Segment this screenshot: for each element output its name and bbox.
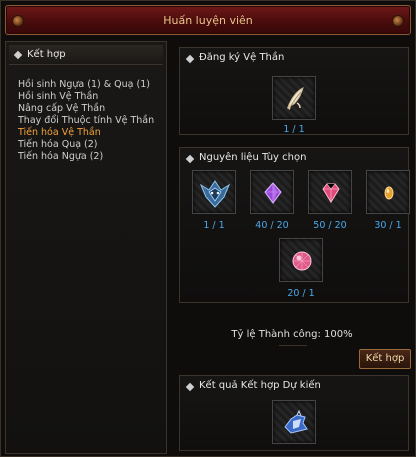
material-slot-1[interactable]	[192, 170, 236, 214]
recipe-item-evolve-crow[interactable]: Tiến hóa Quạ (2)	[18, 139, 154, 151]
material-slot-4[interactable]	[366, 170, 410, 214]
material-count-5: 20 / 1	[287, 288, 315, 299]
recipe-item-upgrade-guardian[interactable]: Nâng cấp Vệ Thần	[18, 103, 154, 115]
material-count-2: 40 / 20	[255, 220, 289, 231]
register-title: Đăng ký Vệ Thần	[199, 52, 285, 63]
result-section: Kết quả Kết hợp Dự kiến	[179, 375, 409, 451]
material-slot-5[interactable]	[279, 238, 323, 282]
diamond-bullet-icon	[13, 50, 23, 60]
register-count: 1 / 1	[283, 124, 305, 135]
material-count-3: 50 / 20	[313, 220, 347, 231]
pink-orb-icon	[292, 251, 312, 271]
recipe-item-evolve-guardian[interactable]: Tiến hóa Vệ Thần	[18, 127, 154, 139]
material-count-1: 1 / 1	[203, 220, 225, 231]
success-rate: Tỷ lệ Thành công: 100%	[231, 329, 353, 340]
recipe-item-evolve-horse[interactable]: Tiến hóa Ngựa (2)	[18, 151, 154, 163]
recipe-panel: Kết hợp Hồi sinh Ngựa (1) & Quạ (1) Hồi …	[5, 41, 167, 454]
result-slot[interactable]	[272, 400, 316, 444]
ornament-divider	[279, 345, 307, 363]
material-slot-3[interactable]	[308, 170, 352, 214]
material-count-4: 30 / 1	[374, 220, 402, 231]
purple-gem-icon	[264, 182, 282, 204]
register-section: Đăng ký Vệ Thần 1 / 1	[179, 47, 409, 135]
combination-area: Đăng ký Vệ Thần 1 / 1 Nguyên liệu Tùy ch…	[173, 41, 411, 454]
register-slot[interactable]	[272, 76, 316, 120]
pink-gem-icon	[322, 183, 340, 203]
recipe-item-revive-horse-crow[interactable]: Hồi sinh Ngựa (1) & Quạ (1)	[18, 79, 154, 91]
corner-gem-icon	[392, 15, 404, 27]
trainer-window: Huấn luyện viên Kết hợp Hồi sinh Ngựa (1…	[0, 0, 416, 457]
title-bar[interactable]: Huấn luyện viên	[5, 5, 411, 35]
diamond-bullet-icon	[185, 54, 195, 64]
amber-gem-icon	[384, 186, 394, 200]
materials-section: Nguyên liệu Tùy chọn 1 / 1 40 / 20 50 / …	[179, 147, 410, 303]
recipe-panel-title: Kết hợp	[27, 49, 66, 60]
diamond-bullet-icon	[185, 154, 195, 164]
result-title: Kết quả Kết hợp Dự kiến	[199, 380, 321, 391]
combine-button[interactable]: Kết hợp	[359, 349, 411, 369]
recipe-list: Hồi sinh Ngựa (1) & Quạ (1) Hồi sinh Vệ …	[18, 79, 154, 163]
diamond-bullet-icon	[185, 382, 195, 392]
window-title: Huấn luyện viên	[163, 14, 253, 27]
blue-dragon-icon	[199, 180, 231, 208]
recipe-item-revive-guardian[interactable]: Hồi sinh Vệ Thần	[18, 91, 154, 103]
recipe-item-change-attribute[interactable]: Thay đổi Thuộc tính Vệ Thần	[18, 115, 154, 127]
material-slot-2[interactable]	[250, 170, 294, 214]
blue-guardian-icon	[284, 409, 308, 434]
guardian-feather-icon	[287, 87, 304, 110]
recipe-panel-header: Kết hợp	[9, 45, 163, 65]
materials-title: Nguyên liệu Tùy chọn	[199, 152, 307, 163]
